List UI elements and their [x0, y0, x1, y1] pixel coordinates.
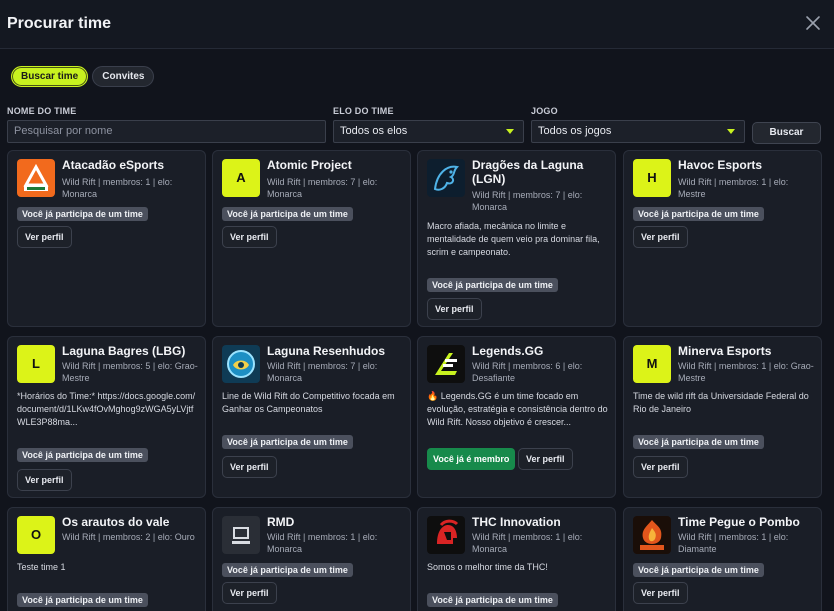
view-profile-button[interactable]: Ver perfil — [518, 448, 573, 470]
team-logo-letter: L — [17, 345, 55, 383]
team-name: Dragões da Laguna (LGN) — [472, 158, 584, 186]
atacadao-logo-icon — [17, 159, 55, 197]
team-card: Laguna Resenhudos Wild Rift | membros: 7… — [212, 336, 411, 498]
team-meta: Wild Rift | membros: 5 | elo: Grao-Mestr… — [62, 361, 198, 383]
modal-header: Procurar time — [0, 0, 834, 49]
game-select-value: Todos os jogos — [538, 125, 612, 137]
team-name: Minerva Esports — [678, 344, 772, 358]
team-meta: Wild Rift | membros: 7 | elo: Monarca — [267, 177, 378, 199]
dragon-logo-icon — [427, 159, 465, 197]
view-profile-button[interactable]: Ver perfil — [633, 456, 688, 478]
chevron-down-icon — [506, 129, 514, 134]
team-card: L Laguna Bagres (LBG) Wild Rift | membro… — [7, 336, 206, 498]
team-card: Time Pegue o Pombo Wild Rift | membros: … — [623, 507, 822, 611]
team-meta: Wild Rift | membros: 1 | elo: Diamante — [678, 532, 789, 554]
team-name: Os arautos do vale — [62, 515, 170, 529]
team-name: Havoc Esports — [678, 158, 763, 172]
team-logo-letter: H — [633, 159, 671, 197]
view-profile-button[interactable]: Ver perfil — [427, 298, 482, 320]
team-name: Atacadão eSports — [62, 158, 165, 172]
team-meta: Wild Rift | membros: 1 | elo: Monarca — [267, 532, 378, 554]
team-name-label: NOME DO TIME — [7, 106, 77, 116]
team-name: Legends.GG — [472, 344, 544, 358]
modal-title: Procurar time — [7, 15, 112, 32]
team-meta: Wild Rift | membros: 1 | elo: Monarca — [472, 532, 583, 554]
team-name: Atomic Project — [267, 158, 352, 172]
status-badge: Você já participa de um time — [17, 207, 148, 221]
spartan-helmet-logo-icon — [427, 516, 465, 554]
team-description: Teste time 1 — [17, 562, 66, 572]
status-badge: Você já participa de um time — [222, 207, 353, 221]
tab-bar: Buscar time Convites — [11, 66, 155, 87]
legends-logo-icon — [427, 345, 465, 383]
status-badge: Você já participa de um time — [427, 593, 558, 607]
team-name: Laguna Bagres (LBG) — [62, 344, 186, 358]
chevron-down-icon — [727, 129, 735, 134]
team-name: Time Pegue o Pombo — [678, 515, 800, 529]
rmd-logo-icon — [222, 516, 260, 554]
team-card: M Minerva Esports Wild Rift | membros: 1… — [623, 336, 822, 498]
view-profile-button[interactable]: Ver perfil — [17, 469, 72, 491]
game-select[interactable]: Todos os jogos — [531, 120, 745, 143]
team-logo-letter: M — [633, 345, 671, 383]
team-meta: Wild Rift | membros: 1 | elo: Monarca — [62, 177, 173, 199]
team-description: Line de Wild Rift do Competitivo focada … — [222, 391, 395, 414]
team-name: Laguna Resenhudos — [267, 344, 386, 358]
close-icon[interactable] — [804, 14, 822, 32]
view-profile-button[interactable]: Ver perfil — [222, 582, 277, 604]
view-profile-button[interactable]: Ver perfil — [17, 226, 72, 248]
status-badge: Você já participa de um time — [17, 448, 148, 462]
game-label: JOGO — [531, 106, 558, 116]
team-name: RMD — [267, 515, 295, 529]
resenhudos-logo-icon — [222, 345, 260, 383]
team-logo-letter: A — [222, 159, 260, 197]
team-description: Somos o melhor time da THC! — [427, 562, 548, 572]
pombo-logo-icon — [633, 516, 671, 554]
tab-buscar-time[interactable]: Buscar time — [11, 66, 89, 87]
team-description: *Horários do Time:* https://docs.google.… — [17, 391, 196, 427]
team-meta: Wild Rift | membros: 7 | elo: Monarca — [472, 190, 583, 212]
team-card: THC Innovation Wild Rift | membros: 1 | … — [417, 507, 616, 611]
team-elo-label: ELO DO TIME — [333, 106, 394, 116]
team-meta: Wild Rift | membros: 6 | elo: Desafiante — [472, 361, 583, 383]
team-meta: Wild Rift | membros: 2 | elo: Ouro — [62, 532, 195, 542]
status-badge: Você já participa de um time — [222, 563, 353, 577]
team-description: 🔥 Legends.GG é um time focado em evoluçã… — [427, 391, 608, 427]
view-profile-button[interactable]: Ver perfil — [633, 226, 688, 248]
team-card: A Atomic Project Wild Rift | membros: 7 … — [212, 150, 411, 327]
team-meta: Wild Rift | membros: 7 | elo: Monarca — [267, 361, 378, 383]
tab-convites[interactable]: Convites — [92, 66, 155, 87]
team-meta: Wild Rift | membros: 1 | elo: Grao-Mestr… — [678, 361, 814, 383]
team-description: Time de wild rift da Universidade Federa… — [633, 391, 809, 414]
elo-select[interactable]: Todos os elos — [333, 120, 524, 143]
elo-select-value: Todos os elos — [340, 125, 408, 137]
status-badge: Você já participa de um time — [427, 278, 558, 292]
team-card: O Os arautos do vale Wild Rift | membros… — [7, 507, 206, 611]
team-logo-letter: O — [17, 516, 55, 554]
search-button[interactable]: Buscar — [752, 122, 821, 144]
view-profile-button[interactable]: Ver perfil — [222, 226, 277, 248]
view-profile-button[interactable]: Ver perfil — [633, 582, 688, 604]
status-badge: Você já participa de um time — [633, 563, 764, 577]
view-profile-button[interactable]: Ver perfil — [222, 456, 277, 478]
team-description: Macro afiada, mecânica no limite e menta… — [427, 221, 600, 257]
team-card: H Havoc Esports Wild Rift | membros: 1 |… — [623, 150, 822, 327]
team-meta: Wild Rift | membros: 1 | elo: Mestre — [678, 177, 789, 199]
team-name: THC Innovation — [472, 515, 561, 529]
status-badge: Você já participa de um time — [222, 435, 353, 449]
team-card: Legends.GG Wild Rift | membros: 6 | elo:… — [417, 336, 616, 498]
status-badge: Você já participa de um time — [633, 207, 764, 221]
status-badge: Você já participa de um time — [633, 435, 764, 449]
member-badge: Você já é membro — [427, 448, 516, 470]
team-card: RMD Wild Rift | membros: 1 | elo: Monarc… — [212, 507, 411, 611]
status-badge: Você já participa de um time — [17, 593, 148, 607]
team-name-search-input[interactable]: Pesquisar por nome — [7, 120, 326, 143]
team-card: Dragões da Laguna (LGN) Wild Rift | memb… — [417, 150, 616, 327]
team-card: Atacadão eSports Wild Rift | membros: 1 … — [7, 150, 206, 327]
